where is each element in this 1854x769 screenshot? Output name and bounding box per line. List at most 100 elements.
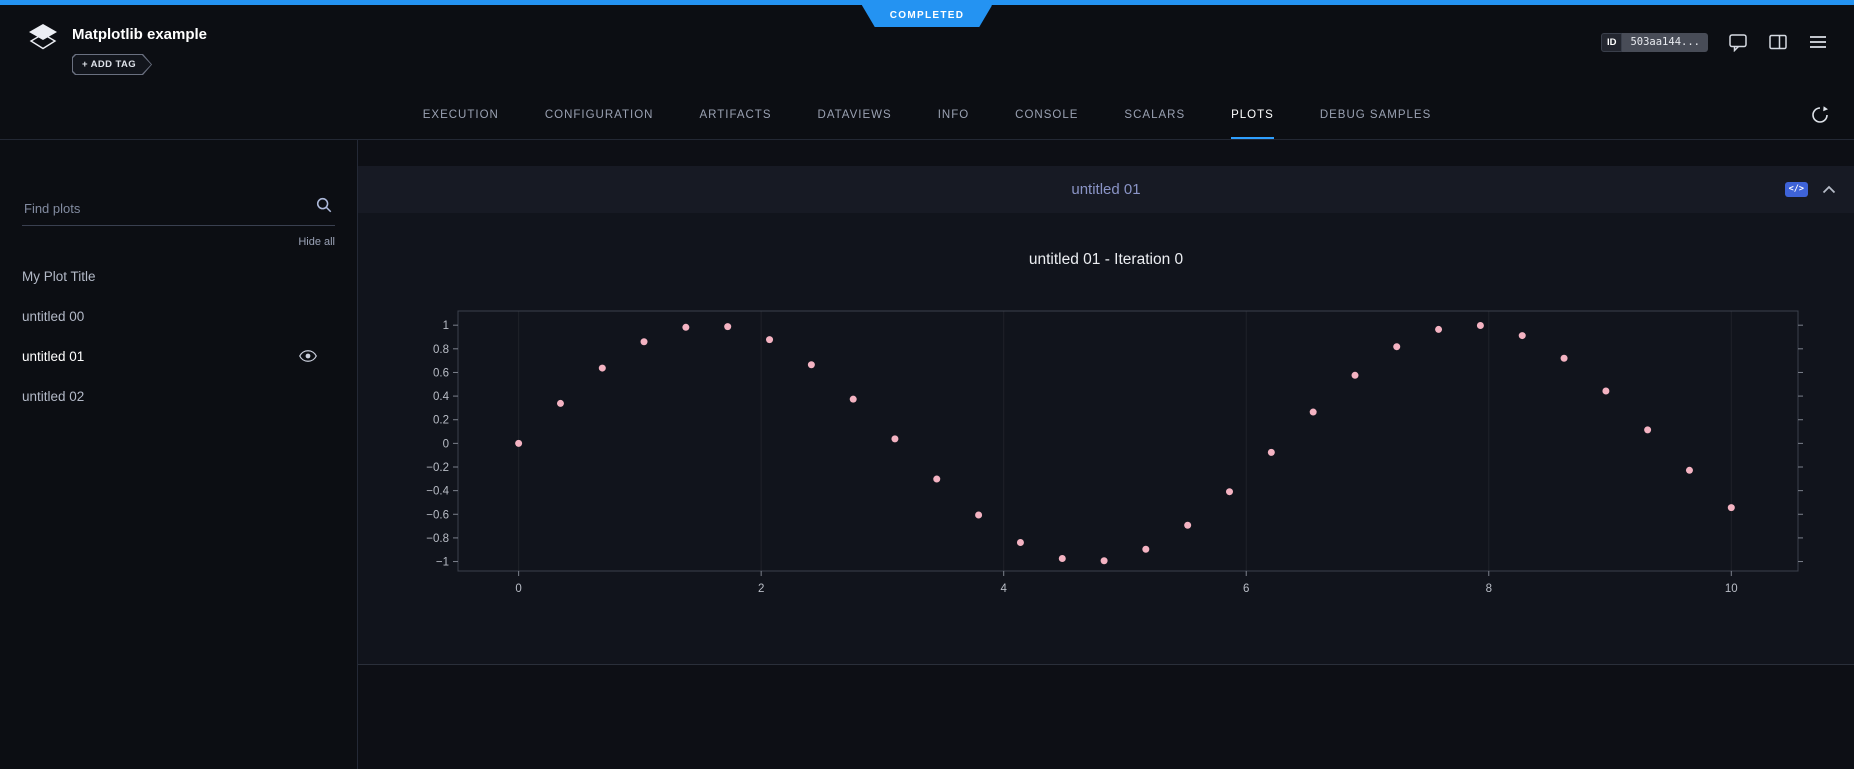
scatter-point [1435,326,1442,333]
svg-text:−0.6: −0.6 [426,509,449,521]
clearml-logo-icon[interactable] [28,23,58,91]
title-block: Matplotlib example + ADD TAG [72,21,207,91]
id-label: ID [1601,33,1623,52]
tab-dataviews[interactable]: DATAVIEWS [818,91,892,139]
svg-text:0: 0 [443,438,449,450]
scatter-point [933,476,940,483]
tab-info[interactable]: INFO [938,91,969,139]
scatter-point [1393,343,1400,350]
status-label: COMPLETED [890,10,964,21]
plot-panel-title: untitled 01 [1071,181,1140,198]
svg-text:6: 6 [1243,583,1249,595]
experiment-title: Matplotlib example [72,26,207,43]
find-plots-search [22,194,335,226]
scatter-point [599,365,606,372]
find-plots-input[interactable] [22,194,335,226]
svg-text:0.8: 0.8 [433,344,449,356]
id-value: 503aa144... [1622,33,1708,52]
comment-icon[interactable] [1728,32,1748,52]
scatter-point [766,336,773,343]
plot-panel-untitled-01: untitled 01 </> untitled 01 - Iteration … [358,166,1854,665]
plots-main-area: untitled 01 </> untitled 01 - Iteration … [358,140,1854,769]
svg-text:10: 10 [1725,583,1738,595]
scatter-chart[interactable]: 1 0.8 0.6 0.4 0.2 0 −0.2 −0.4 −0.6 −0.8 −1 0 2 4 6 8 10 [386,303,1826,605]
experiment-id-badge[interactable]: ID 503aa144... [1601,33,1708,52]
scatter-point [1602,388,1609,395]
header-left: Matplotlib example + ADD TAG [28,21,207,91]
scatter-point [1226,488,1233,495]
tab-plots[interactable]: PLOTS [1231,91,1274,139]
add-tag-button[interactable]: + ADD TAG [72,54,152,75]
plot-panel-header: untitled 01 </> [358,166,1854,213]
scatter-point [724,323,731,330]
plot-panel-actions: </> [1785,166,1836,213]
svg-text:−0.4: −0.4 [426,486,449,498]
hamburger-menu-icon[interactable] [1808,32,1828,52]
scatter-point [1644,426,1651,433]
scatter-point [682,324,689,331]
plots-sidebar: Hide all My Plot Title untitled 00 untitle… [0,140,358,769]
svg-text:2: 2 [758,583,764,595]
hide-all-link[interactable]: Hide all [22,236,335,248]
tab-debug-samples[interactable]: DEBUG SAMPLES [1320,91,1431,139]
scatter-point [1142,546,1149,553]
scatter-point [1686,467,1693,474]
auto-refresh-icon[interactable] [1810,105,1830,130]
plot-item-label: untitled 00 [22,309,84,324]
search-icon[interactable] [315,196,333,219]
plot-list-item-untitled-00[interactable]: untitled 00 [22,296,335,336]
scatter-point [641,338,648,345]
svg-text:−1: −1 [436,557,449,569]
tab-bar: EXECUTION CONFIGURATION ARTIFACTS DATAVIEWS… [0,91,1854,140]
svg-text:0: 0 [515,583,521,595]
svg-text:−0.8: −0.8 [426,533,449,545]
tab-configuration[interactable]: CONFIGURATION [545,91,654,139]
scatter-point [1352,372,1359,379]
plot-item-label: untitled 02 [22,389,84,404]
scatter-point [1519,332,1526,339]
scatter-point [515,440,522,447]
scatter-point [1017,539,1024,546]
svg-text:0.6: 0.6 [433,367,449,379]
scatter-point [1477,322,1484,329]
plot-list-item-untitled-02[interactable]: untitled 02 [22,376,335,416]
scatter-point [808,361,815,368]
tab-items: EXECUTION CONFIGURATION ARTIFACTS DATAVIEWS… [423,91,1432,139]
scatter-point [975,511,982,518]
scatter-point [1728,504,1735,511]
plot-list-item-untitled-01[interactable]: untitled 01 [22,336,335,376]
plot-list-item-my-plot-title[interactable]: My Plot Title [22,256,335,296]
chart-title: untitled 01 - Iteration 0 [358,213,1854,269]
scatter-point [1268,449,1275,456]
header-right: ID 503aa144... [1601,29,1828,55]
svg-text:1: 1 [443,320,449,332]
tab-console[interactable]: CONSOLE [1015,91,1078,139]
scatter-point [891,435,898,442]
plot-item-label: untitled 01 [22,349,84,364]
svg-text:0.2: 0.2 [433,415,449,427]
visibility-eye-icon[interactable] [299,350,317,362]
svg-text:0.4: 0.4 [433,391,450,403]
scatter-point [850,396,857,403]
status-badge: COMPLETED [862,5,992,27]
svg-text:8: 8 [1486,583,1492,595]
scatter-point [1310,409,1317,416]
add-tag-label: + ADD TAG [73,55,151,74]
plot-item-label: My Plot Title [22,269,96,284]
tab-scalars[interactable]: SCALARS [1124,91,1185,139]
view-code-icon[interactable]: </> [1785,182,1808,197]
chevron-up-icon[interactable] [1822,185,1836,194]
svg-text:−0.2: −0.2 [426,462,449,474]
side-panel-layout-icon[interactable] [1768,32,1788,52]
content-area: Hide all My Plot Title untitled 00 untitle… [0,140,1854,769]
tab-execution[interactable]: EXECUTION [423,91,499,139]
scatter-point [1561,355,1568,362]
tab-artifacts[interactable]: ARTIFACTS [699,91,771,139]
scatter-point [1184,522,1191,529]
plot-list: My Plot Title untitled 00 untitled 01 untit… [22,256,335,416]
scatter-point [1059,555,1066,562]
plot-card: untitled 01 - Iteration 0 1 0.8 0.6 0.4 0.2 0… [358,213,1854,664]
scatter-point [1101,557,1108,564]
svg-text:4: 4 [1000,583,1007,595]
scatter-point [557,400,564,407]
